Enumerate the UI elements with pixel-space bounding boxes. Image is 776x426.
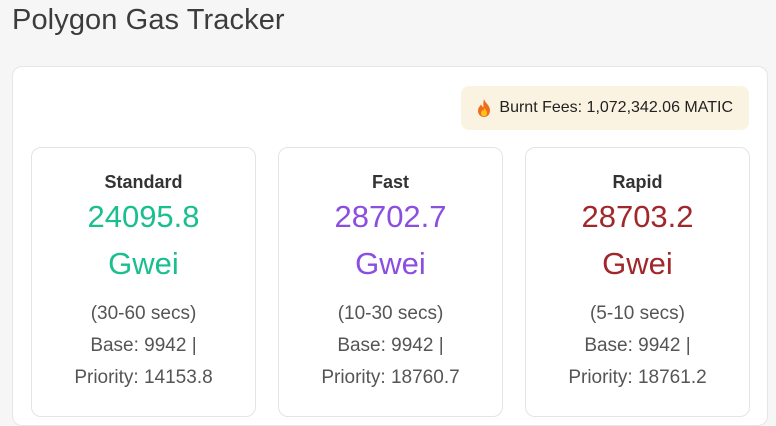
gas-price-unit: Gwei: [355, 246, 426, 281]
tier-name: Rapid: [612, 172, 663, 192]
page-title: Polygon Gas Tracker: [12, 4, 285, 36]
base-fee: Base: 9942 |: [90, 335, 197, 356]
priority-fee: Priority: 18760.7: [321, 367, 460, 388]
gas-price-value: 28702.7: [334, 199, 447, 234]
gas-price-unit: Gwei: [108, 246, 179, 281]
confirmation-time: (10-30 secs): [337, 303, 444, 324]
gas-card-standard: Standard 24095.8 Gwei (30-60 secs) Base:…: [31, 147, 256, 417]
priority-fee: Priority: 14153.8: [74, 367, 213, 388]
gas-card-rapid: Rapid 28703.2 Gwei (5-10 secs) Base: 994…: [525, 147, 750, 417]
tier-name: Fast: [371, 172, 409, 192]
base-fee: Base: 9942 |: [584, 335, 691, 356]
gas-price-value: 24095.8: [87, 199, 200, 234]
confirmation-time: (30-60 secs): [90, 303, 197, 324]
base-fee: Base: 9942 |: [337, 335, 444, 356]
tier-name: Standard: [104, 172, 183, 192]
gas-panel: Burnt Fees: 1,072,342.06 MATIC Standard …: [12, 66, 768, 426]
confirmation-time: (5-10 secs): [589, 303, 686, 324]
fire-icon: [475, 98, 493, 118]
gas-price-unit: Gwei: [602, 246, 673, 281]
gas-card-fast: Fast 28702.7 Gwei (10-30 secs) Base: 994…: [278, 147, 503, 417]
gas-price-value: 28703.2: [581, 199, 694, 234]
priority-fee: Priority: 18761.2: [568, 367, 707, 388]
burnt-fees-text: Burnt Fees: 1,072,342.06 MATIC: [499, 99, 733, 116]
burnt-fees-badge: Burnt Fees: 1,072,342.06 MATIC: [461, 86, 749, 130]
